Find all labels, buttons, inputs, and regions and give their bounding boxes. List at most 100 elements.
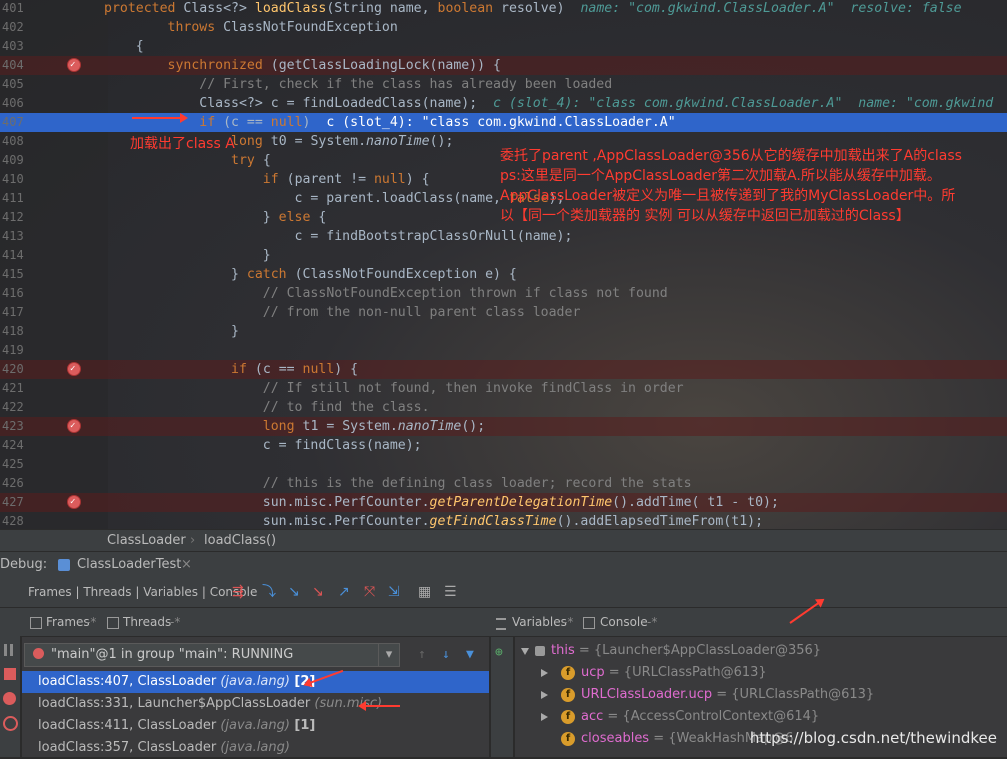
- line-number: 417: [2, 305, 24, 319]
- force-step-into-icon[interactable]: ↘: [312, 584, 328, 600]
- up-arrow-icon[interactable]: ↑: [418, 647, 426, 662]
- code-line[interactable]: 414 }: [0, 246, 1007, 265]
- breadcrumb-class[interactable]: ClassLoader: [107, 530, 186, 552]
- annotation-line: 委托了parent ,AppClassLoader@356从它的缓存中加载出来了…: [500, 148, 962, 164]
- frame-row[interactable]: loadClass:411, ClassLoader (java.lang) […: [22, 715, 489, 737]
- line-number: 427: [2, 495, 24, 509]
- variable-name: closeables: [581, 731, 650, 746]
- close-icon[interactable]: ×: [181, 552, 192, 578]
- show-execution-point-icon[interactable]: ⇶: [232, 584, 248, 600]
- field-icon: f: [561, 688, 575, 702]
- tab-frames[interactable]: Frames: [46, 608, 90, 636]
- line-number: 424: [2, 438, 24, 452]
- line-number: 407: [2, 115, 24, 129]
- frame-row[interactable]: loadClass:407, ClassLoader (java.lang) […: [22, 671, 489, 693]
- line-number: 412: [2, 210, 24, 224]
- variable-row[interactable]: f ucp = {URLClassPath@613}: [515, 662, 1007, 684]
- variable-row[interactable]: this = {Launcher$AppClassLoader@356}: [515, 640, 1007, 662]
- mute-breakpoints-icon[interactable]: [3, 716, 18, 731]
- step-over-icon[interactable]: ⤵: [262, 584, 278, 600]
- pause-icon[interactable]: [4, 644, 7, 656]
- chevron-right-icon[interactable]: [541, 691, 548, 699]
- pin-icon: -*: [170, 615, 181, 629]
- code-text: if (c == null) {: [231, 362, 359, 377]
- evaluate-icon[interactable]: ▦: [418, 584, 434, 600]
- code-line[interactable]: 424 c = findClass(name);: [0, 436, 1007, 455]
- code-line[interactable]: 420 if (c == null) {: [0, 360, 1007, 379]
- console-icon: [583, 617, 595, 629]
- frame-row[interactable]: loadClass:331, Launcher$AppClassLoader (…: [22, 693, 489, 715]
- code-line[interactable]: 425: [0, 455, 1007, 474]
- code-line[interactable]: 405 // First, check if the class has alr…: [0, 75, 1007, 94]
- chevron-down-icon[interactable]: [521, 648, 529, 659]
- code-line[interactable]: 406 Class<?> c = findLoadedClass(name); …: [0, 94, 1007, 113]
- tab-variables[interactable]: Variables: [512, 608, 567, 636]
- chevron-right-icon[interactable]: [541, 713, 548, 721]
- annotation-line: 以【同一个类加载器的 实例 可以从缓存中返回已加载过的Class】: [500, 208, 910, 224]
- field-icon: f: [561, 710, 575, 724]
- code-line[interactable]: 401 protected Class<?> loadClass(String n…: [0, 0, 1007, 18]
- breakpoint-icon[interactable]: [68, 360, 80, 379]
- code-line[interactable]: 422 // to find the class.: [0, 398, 1007, 417]
- variable-value: = {URLClassPath@613}: [712, 687, 875, 702]
- code-line[interactable]: 426 // this is the defining class loader…: [0, 474, 1007, 493]
- add-watch-icon[interactable]: ⊕: [495, 645, 503, 660]
- code-line[interactable]: 423 long t1 = System.nanoTime();: [0, 417, 1007, 436]
- code-editor[interactable]: 401 protected Class<?> loadClass(String n…: [0, 0, 1007, 529]
- code-line[interactable]: 421 // If still not found, then invoke f…: [0, 379, 1007, 398]
- code-line[interactable]: 428 sun.misc.PerfCounter.getFindClassTim…: [0, 512, 1007, 529]
- annotation-block: 委托了parent ,AppClassLoader@356从它的缓存中加载出来了…: [500, 146, 1005, 226]
- code-text: c = findClass(name);: [104, 438, 422, 453]
- code-line[interactable]: 419: [0, 341, 1007, 360]
- code-text: synchronized (getClassLoadingLock(name))…: [167, 58, 501, 73]
- breadcrumb-method[interactable]: loadClass(): [204, 530, 276, 552]
- frame-row[interactable]: loadClass:357, ClassLoader (java.lang): [22, 737, 489, 759]
- chevron-right-icon[interactable]: [541, 669, 548, 677]
- tab-console[interactable]: Console: [600, 608, 648, 636]
- drop-frame-icon[interactable]: ⤧: [364, 584, 380, 600]
- code-line[interactable]: 415 } catch (ClassNotFoundException e) {: [0, 265, 1007, 284]
- thread-select[interactable]: "main"@1 in group "main": RUNNING ▾: [24, 643, 400, 667]
- code-line[interactable]: 404 synchronized (getClassLoadingLock(na…: [0, 56, 1007, 75]
- variable-name: this: [551, 643, 575, 658]
- frame-method: loadClass:357, ClassLoader: [38, 740, 221, 755]
- settings-icon[interactable]: ☰: [444, 584, 460, 600]
- tab-threads[interactable]: Threads: [123, 608, 171, 636]
- down-arrow-icon[interactable]: ↓: [442, 647, 450, 662]
- threads-icon: [107, 617, 119, 629]
- breakpoint-icon[interactable]: [68, 417, 80, 436]
- code-line[interactable]: 416 // ClassNotFoundException thrown if …: [0, 284, 1007, 303]
- variable-row[interactable]: f acc = {AccessControlContext@614}: [515, 706, 1007, 728]
- run-to-cursor-icon[interactable]: ⇲: [388, 584, 404, 600]
- code-line[interactable]: 407 if (c == null) c (slot_4): "class co…: [0, 113, 1007, 132]
- breakpoint-icon[interactable]: [68, 493, 80, 512]
- annotation-left: 加载出了class A: [130, 136, 235, 152]
- variables-side-toolbar: ⊕: [491, 637, 513, 757]
- code-text: Class<?> c = findLoadedClass(name); c (s…: [104, 96, 994, 111]
- layout-toolbar-label[interactable]: Frames | Threads | Variables | Console: [28, 577, 257, 607]
- code-text: protected Class<?> loadClass(String name…: [104, 1, 962, 16]
- code-text: sun.misc.PerfCounter.getFindClassTime().…: [104, 514, 764, 529]
- code-line[interactable]: 402 throws ClassNotFoundException: [0, 18, 1007, 37]
- line-number: 402: [2, 20, 24, 34]
- debug-config-tab[interactable]: ClassLoaderTest: [77, 552, 181, 578]
- annotation-arrow-frame2: [364, 705, 400, 707]
- code-line[interactable]: 413 c = findBootstrapClassOrNull(name);: [0, 227, 1007, 246]
- code-text: // ClassNotFoundException thrown if clas…: [262, 286, 668, 301]
- field-icon: f: [561, 666, 575, 680]
- step-out-icon[interactable]: ↗: [338, 584, 354, 600]
- chevron-down-icon[interactable]: ▾: [378, 644, 399, 666]
- view-breakpoints-icon[interactable]: [3, 692, 16, 705]
- filter-icon[interactable]: ▼: [466, 647, 474, 662]
- code-line[interactable]: 403 {: [0, 37, 1007, 56]
- stop-icon[interactable]: [4, 668, 16, 680]
- line-number: 421: [2, 381, 24, 395]
- variable-row[interactable]: f URLClassLoader.ucp = {URLClassPath@613}: [515, 684, 1007, 706]
- code-line[interactable]: 427 sun.misc.PerfCounter.getParentDelega…: [0, 493, 1007, 512]
- code-line[interactable]: 417 // from the non-null parent class lo…: [0, 303, 1007, 322]
- frame-method: loadClass:411, ClassLoader: [38, 718, 221, 733]
- breakpoint-icon[interactable]: [68, 56, 80, 75]
- code-line[interactable]: 418 }: [0, 322, 1007, 341]
- step-into-icon[interactable]: ↘: [288, 584, 304, 600]
- line-number: 414: [2, 248, 24, 262]
